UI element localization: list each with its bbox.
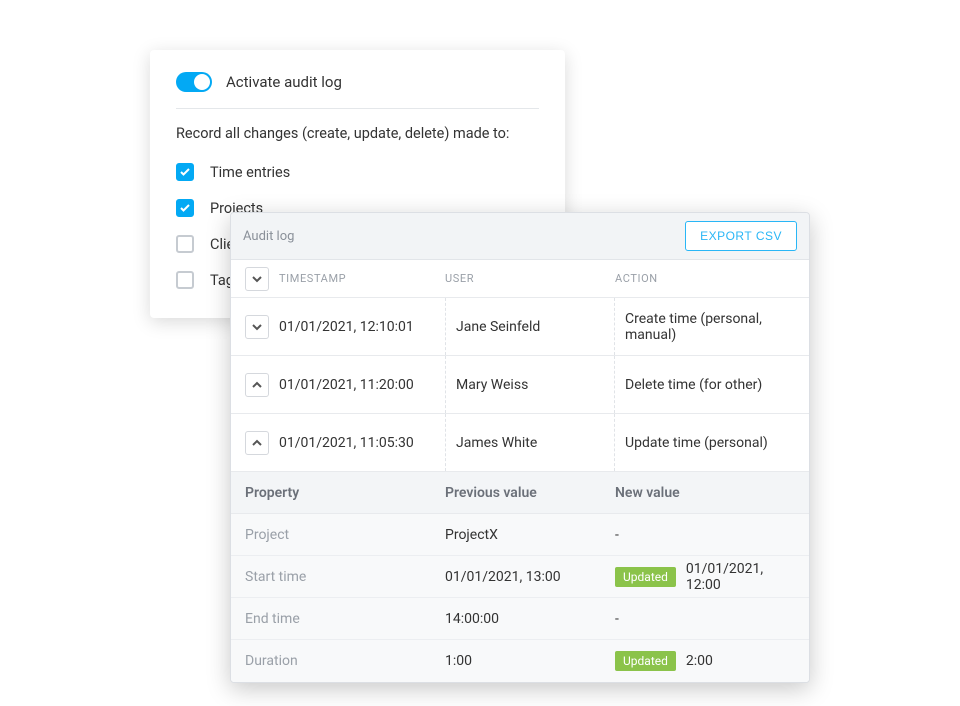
- export-csv-button[interactable]: EXPORT CSV: [685, 221, 797, 251]
- row-expand-toggle[interactable]: [245, 431, 269, 455]
- cell-user: Mary Weiss: [445, 356, 615, 413]
- detail-columns-header: Property Previous value New value: [231, 472, 809, 514]
- detail-new-value: 01/01/2021, 12:00: [686, 561, 795, 593]
- detail-property: Duration: [245, 653, 445, 669]
- cell-user: Jane Seinfeld: [445, 298, 615, 355]
- cell-timestamp: 01/01/2021, 12:10:01: [279, 319, 414, 335]
- cell-action: Update time (personal): [615, 435, 795, 451]
- row-expand-toggle[interactable]: [245, 373, 269, 397]
- cell-timestamp: 01/01/2021, 11:20:00: [279, 377, 414, 393]
- expand-all-toggle[interactable]: [245, 267, 269, 291]
- col-action: ACTION: [615, 272, 795, 285]
- detail-col-property: Property: [245, 485, 445, 501]
- audit-row: 01/01/2021, 11:20:00 Mary Weiss Delete t…: [231, 356, 809, 414]
- checkbox-time-entries[interactable]: [176, 163, 194, 181]
- cell-timestamp: 01/01/2021, 11:05:30: [279, 435, 414, 451]
- updated-badge: Updated: [615, 651, 676, 671]
- checkbox-tags[interactable]: [176, 271, 194, 289]
- detail-new-value: -: [615, 527, 619, 543]
- activate-audit-label: Activate audit log: [226, 73, 342, 91]
- settings-description: Record all changes (create, update, dele…: [176, 125, 539, 142]
- detail-property: Start time: [245, 569, 445, 585]
- chevron-down-icon: [252, 322, 262, 332]
- cell-action: Delete time (for other): [615, 377, 795, 393]
- audit-title: Audit log: [243, 229, 294, 244]
- detail-col-new: New value: [615, 485, 795, 501]
- activate-audit-toggle[interactable]: [176, 72, 212, 92]
- detail-new-value: -: [615, 611, 619, 627]
- audit-header: Audit log EXPORT CSV: [231, 213, 809, 260]
- option-time-entries[interactable]: Time entries: [176, 154, 539, 190]
- audit-columns-header: TIMESTAMP USER ACTION: [231, 260, 809, 298]
- detail-new-value: 2:00: [686, 653, 713, 669]
- col-timestamp: TIMESTAMP: [279, 272, 346, 285]
- chevron-up-icon: [252, 438, 262, 448]
- detail-row: Duration 1:00 Updated 2:00: [231, 640, 809, 682]
- row-expand-toggle[interactable]: [245, 315, 269, 339]
- chevron-up-icon: [252, 380, 262, 390]
- detail-previous: 1:00: [445, 653, 615, 669]
- detail-property: Project: [245, 527, 445, 543]
- updated-badge: Updated: [615, 567, 676, 587]
- col-user: USER: [445, 272, 615, 285]
- cell-user: James White: [445, 414, 615, 471]
- detail-row: Start time 01/01/2021, 13:00 Updated 01/…: [231, 556, 809, 598]
- option-label: Time entries: [210, 164, 290, 181]
- cell-action: Create time (personal, manual): [615, 311, 795, 343]
- detail-previous: 14:00:00: [445, 611, 615, 627]
- chevron-down-icon: [252, 274, 262, 284]
- checkbox-clients[interactable]: [176, 235, 194, 253]
- checkbox-projects[interactable]: [176, 199, 194, 217]
- audit-log-card: Audit log EXPORT CSV TIMESTAMP USER ACTI…: [230, 212, 810, 683]
- activate-audit-row: Activate audit log: [176, 72, 539, 109]
- detail-row: End time 14:00:00 -: [231, 598, 809, 640]
- detail-property: End time: [245, 611, 445, 627]
- audit-row: 01/01/2021, 11:05:30 James White Update …: [231, 414, 809, 472]
- detail-row: Project ProjectX -: [231, 514, 809, 556]
- audit-row: 01/01/2021, 12:10:01 Jane Seinfeld Creat…: [231, 298, 809, 356]
- detail-col-previous: Previous value: [445, 485, 615, 501]
- detail-previous: 01/01/2021, 13:00: [445, 569, 615, 585]
- detail-previous: ProjectX: [445, 527, 615, 543]
